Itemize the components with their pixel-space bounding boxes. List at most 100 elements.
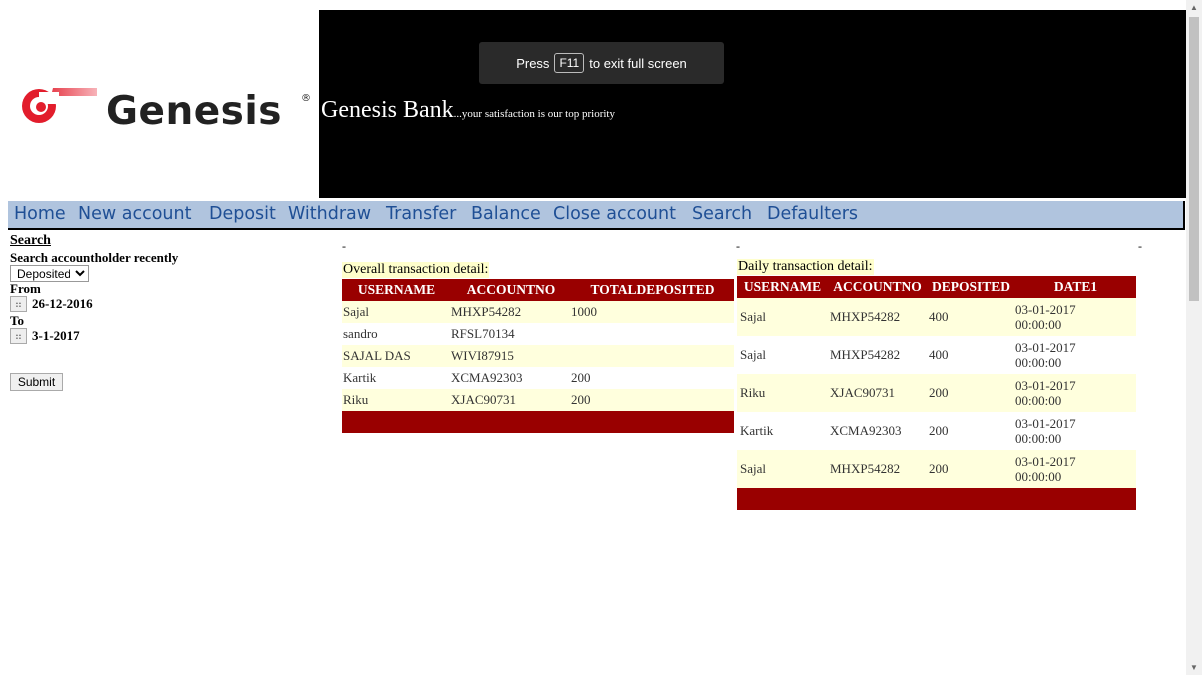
search-heading[interactable]: Search	[10, 233, 178, 249]
cell-deposited: 400	[927, 298, 1015, 336]
column-header: ACCOUNTNO	[828, 276, 927, 298]
cell-deposited: 200	[927, 412, 1015, 450]
cell-deposited: 400	[927, 336, 1015, 374]
table-footer	[342, 411, 734, 433]
nav-withdraw[interactable]: Withdraw	[288, 204, 371, 224]
cell-date: 03-01-2017 00:00:00	[1015, 336, 1136, 374]
separator-dash: -	[1138, 239, 1142, 253]
column-header: DATE1	[1015, 276, 1136, 298]
submit-button[interactable]: Submit	[10, 373, 63, 391]
cell-username: SAJAL DAS	[342, 345, 451, 367]
cell-accountno: MHXP54282	[451, 301, 571, 323]
cell-username: Sajal	[737, 298, 828, 336]
overall-transaction-table: USERNAME ACCOUNTNO TOTALDEPOSITED Sajal …	[342, 279, 734, 433]
cell-username: Riku	[342, 389, 451, 411]
from-date-row: :: 26-12-2016	[10, 296, 178, 312]
nav-new-account[interactable]: New account	[78, 204, 191, 224]
daily-caption: Daily transaction detail:	[737, 259, 874, 275]
nav-defaulters[interactable]: Defaulters	[767, 204, 858, 224]
bank-title: Genesis Bank...your satisfaction is our …	[321, 97, 615, 124]
table-row: Sajal MHXP54282 400 03-01-2017 00:00:00	[737, 298, 1136, 336]
scroll-up-icon[interactable]: ▲	[1190, 3, 1198, 12]
bank-tagline: ...your satisfaction is our top priority	[453, 108, 615, 120]
table-row: SAJAL DAS WIVI87915	[342, 345, 734, 367]
table-row: sandro RFSL70134	[342, 323, 734, 345]
to-label: To	[10, 313, 24, 328]
f11-key: F11	[554, 53, 585, 73]
scroll-thumb[interactable]	[1189, 17, 1199, 301]
separator-dash: -	[736, 239, 740, 253]
nav-balance[interactable]: Balance	[471, 204, 541, 224]
site-header: Genesis ® Genesis Bank...your satisfacti…	[8, 10, 1186, 198]
cell-accountno: XJAC90731	[828, 374, 927, 412]
to-calendar-icon[interactable]: ::	[10, 328, 27, 344]
to-date: 3-1-2017	[32, 328, 80, 343]
cell-total: 200	[571, 389, 734, 411]
cell-username: sandro	[342, 323, 451, 345]
search-type-select[interactable]: Deposited	[10, 265, 89, 282]
cell-total	[571, 345, 734, 367]
main-nav: Home New account Deposit Withdraw Transf…	[8, 201, 1185, 230]
cell-accountno: MHXP54282	[828, 450, 927, 488]
from-label: From	[10, 281, 41, 296]
column-header: TOTALDEPOSITED	[571, 279, 734, 301]
fullscreen-notice: Press F11 to exit full screen	[479, 42, 724, 84]
page-scrollbar[interactable]: ▲ ▼	[1186, 0, 1202, 675]
table-row: Riku XJAC90731 200 03-01-2017 00:00:00	[737, 374, 1136, 412]
cell-username: Sajal	[737, 450, 828, 488]
cell-total: 200	[571, 367, 734, 389]
daily-transaction-table: USERNAME ACCOUNTNO DEPOSITED DATE1 Sajal…	[737, 276, 1136, 510]
cell-accountno: WIVI87915	[451, 345, 571, 367]
fullscreen-suffix: to exit full screen	[589, 55, 687, 71]
cell-accountno: MHXP54282	[828, 336, 927, 374]
bank-name: Genesis Bank	[321, 97, 454, 123]
cell-username: Riku	[737, 374, 828, 412]
column-header: ACCOUNTNO	[451, 279, 571, 301]
from-date: 26-12-2016	[32, 296, 93, 311]
table-row: Kartik XCMA92303 200	[342, 367, 734, 389]
scroll-down-icon[interactable]: ▼	[1190, 663, 1198, 672]
table-header-row: USERNAME ACCOUNTNO TOTALDEPOSITED	[342, 279, 734, 301]
table-footer	[737, 488, 1136, 510]
footer-cell	[342, 411, 734, 433]
cell-date: 03-01-2017 00:00:00	[1015, 374, 1136, 412]
to-date-row: :: 3-1-2017	[10, 328, 178, 344]
logo-text: Genesis	[106, 89, 282, 134]
cell-deposited: 200	[927, 374, 1015, 412]
search-panel: Search Search accountholder recently Dep…	[10, 233, 178, 344]
genesis-swirl-icon	[22, 88, 97, 123]
table-header-row: USERNAME ACCOUNTNO DEPOSITED DATE1	[737, 276, 1136, 298]
genesis-logo: Genesis ®	[8, 10, 319, 198]
nav-search[interactable]: Search	[692, 204, 752, 224]
from-calendar-icon[interactable]: ::	[10, 296, 27, 312]
cell-accountno: MHXP54282	[828, 298, 927, 336]
search-label: Search accountholder recently	[10, 250, 179, 265]
registered-mark: ®	[301, 93, 311, 104]
cell-date: 03-01-2017 00:00:00	[1015, 298, 1136, 336]
overall-caption: Overall transaction detail:	[342, 262, 490, 278]
column-header: DEPOSITED	[927, 276, 1015, 298]
cell-total	[571, 323, 734, 345]
table-row: Sajal MHXP54282 400 03-01-2017 00:00:00	[737, 336, 1136, 374]
nav-close-account[interactable]: Close account	[553, 204, 676, 224]
cell-accountno: RFSL70134	[451, 323, 571, 345]
cell-date: 03-01-2017 00:00:00	[1015, 412, 1136, 450]
cell-accountno: XCMA92303	[828, 412, 927, 450]
table-row: Sajal MHXP54282 1000	[342, 301, 734, 323]
column-header: USERNAME	[342, 279, 451, 301]
cell-date: 03-01-2017 00:00:00	[1015, 450, 1136, 488]
cell-username: Sajal	[737, 336, 828, 374]
footer-cell	[737, 488, 1136, 510]
cell-username: Kartik	[342, 367, 451, 389]
nav-deposit[interactable]: Deposit	[209, 204, 276, 224]
cell-accountno: XCMA92303	[451, 367, 571, 389]
nav-home[interactable]: Home	[14, 204, 66, 224]
separator-dash: -	[342, 239, 346, 253]
fullscreen-prefix: Press	[516, 55, 550, 71]
table-row: Riku XJAC90731 200	[342, 389, 734, 411]
cell-total: 1000	[571, 301, 734, 323]
column-header: USERNAME	[737, 276, 828, 298]
nav-transfer[interactable]: Transfer	[386, 204, 456, 224]
cell-deposited: 200	[927, 450, 1015, 488]
cell-username: Sajal	[342, 301, 451, 323]
